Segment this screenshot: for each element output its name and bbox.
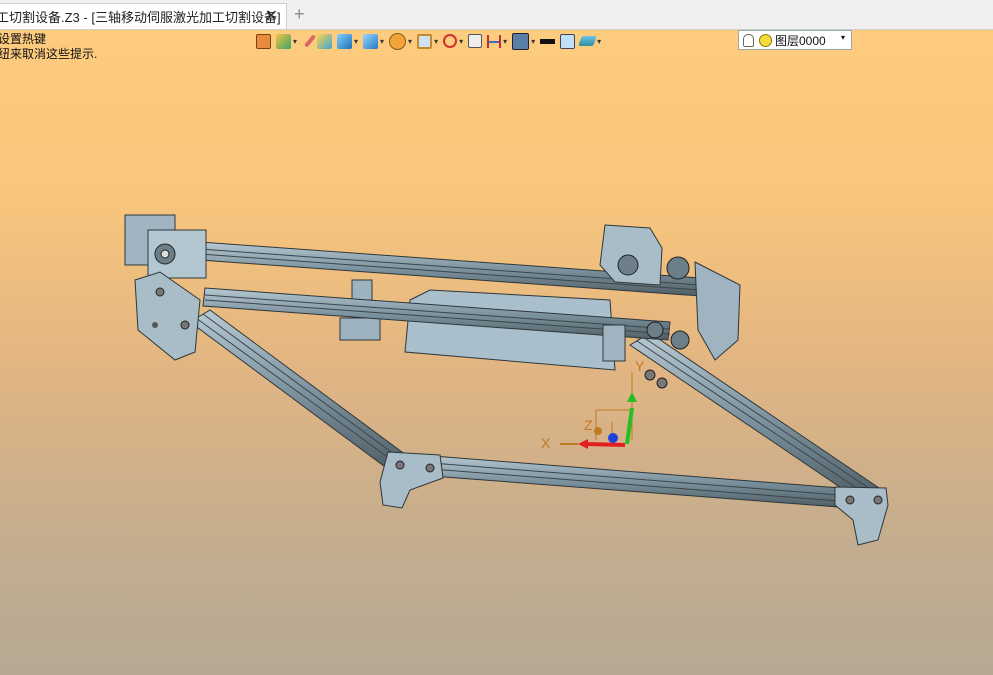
new-tab-button[interactable]: + (294, 4, 305, 25)
display-button[interactable]: ▾ (512, 31, 535, 51)
paint-button[interactable]: ▾ (276, 31, 297, 51)
document-tab-bar: 工切割设备.Z3 - [三轴移动伺服激光加工切割设备] ✕ + (0, 0, 993, 30)
line-weight-icon (540, 38, 556, 44)
left-stepper-motor (124, 214, 207, 279)
hotkey-hint: 设置热键 纽来取消这些提示. (0, 32, 97, 62)
target-icon (443, 34, 458, 48)
close-icon[interactable]: ✕ (265, 6, 278, 26)
front-right-foot (834, 486, 889, 546)
pencil-icon (303, 34, 317, 48)
chevron-down-icon[interactable]: ▾ (841, 33, 845, 42)
section-button[interactable]: ▾ (389, 31, 412, 51)
hint-line-2: 纽来取消这些提示. (0, 47, 98, 61)
lightbulb-icon (743, 33, 754, 47)
cube-button[interactable]: ▾ (337, 31, 358, 51)
view-toolbar: ▾ ▾ ▾ ▾ ▾ ▾ ▾ ▾ ▾ (256, 30, 606, 52)
dimension-icon (487, 34, 502, 48)
pencil-button[interactable] (303, 31, 317, 51)
display-icon (512, 32, 530, 50)
x-axis-arrow (584, 442, 626, 447)
frame-icon (417, 33, 433, 49)
dimension-button[interactable]: ▾ (487, 31, 507, 51)
frame-button[interactable]: ▾ (417, 31, 438, 51)
layer-stack-button[interactable]: ▾ (578, 31, 601, 51)
layer-stack-icon (578, 36, 597, 46)
view-cube-icon (363, 33, 379, 49)
import-button[interactable] (256, 31, 271, 51)
view-cube-button[interactable]: ▾ (363, 31, 384, 51)
y-axis-label: Y (635, 358, 645, 374)
paint-icon (276, 33, 291, 49)
layer-label: 图层0000 (775, 33, 826, 48)
shaded-box-icon (317, 33, 333, 49)
target-button[interactable]: ▾ (443, 31, 463, 51)
left-bracket (134, 271, 201, 361)
x-axis-label: X (541, 435, 551, 451)
coordinate-triad: X Z Y (541, 358, 645, 451)
fill-color-button[interactable] (560, 31, 576, 51)
import-icon (256, 33, 271, 49)
square-icon (468, 34, 483, 48)
document-tab[interactable]: 工切割设备.Z3 - [三轴移动伺服激光加工切割设备] ✕ (0, 3, 287, 29)
y-axis-arrow (625, 407, 634, 445)
laser-cutter-model[interactable]: X Z Y (0, 0, 993, 675)
layer-select[interactable]: 图层0000 ▾ (738, 30, 852, 50)
document-tab-title: 工切割设备.Z3 - [三轴移动伺服激光加工切割设备] (0, 10, 281, 25)
fill-color-icon (560, 33, 576, 49)
graphics-viewport[interactable]: X Z Y 工切割设备.Z3 - [三轴移动伺服激光加工切割设备] ✕ + 设置… (0, 0, 993, 675)
layer-color-dot-icon (759, 33, 772, 47)
front-rail (417, 454, 841, 508)
cube-icon (337, 33, 353, 49)
z-axis-label: Z (584, 417, 593, 433)
hint-line-1: 设置热键 (0, 32, 47, 46)
section-icon (389, 32, 407, 50)
shaded-button[interactable] (317, 31, 333, 51)
square-button[interactable] (468, 31, 483, 51)
z-axis-marker (608, 433, 618, 443)
line-weight-button[interactable] (540, 31, 556, 51)
front-left-foot (379, 451, 444, 509)
